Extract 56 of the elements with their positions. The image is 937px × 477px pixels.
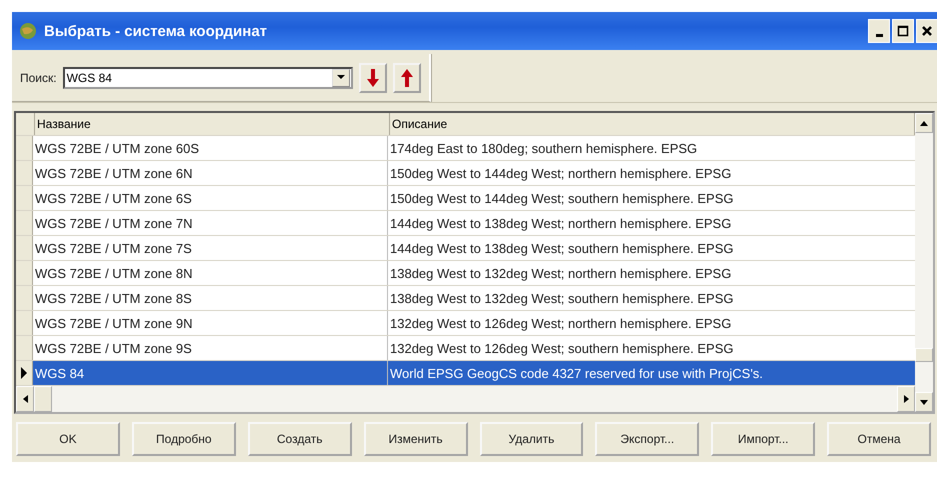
table-cell[interactable]: WGS 72BE / UTM zone 6N <box>33 161 388 185</box>
table-cell[interactable]: 150deg West to 144deg West; northern hemisphere. EPSG <box>388 161 915 185</box>
scroll-right-icon <box>904 395 908 403</box>
next-button[interactable] <box>358 62 387 92</box>
close-button[interactable] <box>916 19 937 43</box>
dialog-button[interactable]: OK <box>16 422 120 456</box>
arrow-up-icon <box>400 68 413 86</box>
dialog-button[interactable]: Отмена <box>827 422 931 456</box>
minimize-icon <box>876 34 882 36</box>
close-icon <box>922 25 932 37</box>
table-cell[interactable]: 174deg East to 180deg; southern hemisphere. EPSG <box>388 136 915 160</box>
table-cell[interactable]: 132deg West to 126deg West; southern hemisphere. EPSG <box>388 336 915 360</box>
table-cell[interactable]: World EPSG GeogCS code 4327 reserved for use with ProjCS's. <box>388 361 915 385</box>
minimize-button[interactable] <box>868 19 890 43</box>
maximize-button[interactable] <box>892 19 914 43</box>
table-cell[interactable]: 144deg West to 138deg West; northern hemisphere. EPSG <box>388 211 915 235</box>
dialog-button[interactable]: Изменить <box>364 422 468 456</box>
table-cell[interactable]: WGS 72BE / UTM zone 8N <box>33 261 388 285</box>
globe-icon <box>18 21 38 41</box>
table-cell[interactable]: WGS 72BE / UTM zone 60S <box>33 136 388 160</box>
table-cell[interactable]: WGS 72BE / UTM zone 9S <box>33 336 388 360</box>
dialog-button[interactable]: Удалить <box>480 422 584 456</box>
maximize-icon <box>897 25 909 37</box>
scroll-down-icon <box>920 400 928 404</box>
table-cell[interactable]: WGS 72BE / UTM zone 6S <box>33 186 388 210</box>
current-row-icon <box>21 367 27 379</box>
arrow-down-icon <box>366 68 379 86</box>
previous-button[interactable] <box>392 62 421 92</box>
table-cell[interactable]: WGS 84 <box>33 361 388 385</box>
dialog-button[interactable]: Создать <box>248 422 352 456</box>
table-cell[interactable]: 150deg West to 144deg West; southern hemisphere. EPSG <box>388 186 915 210</box>
horizontal-scrollbar[interactable] <box>16 386 915 412</box>
dialog-button[interactable]: Импорт... <box>711 422 816 456</box>
scroll-left-icon <box>22 395 28 403</box>
header-corner <box>16 113 35 135</box>
scroll-thumb[interactable] <box>915 348 933 362</box>
search-label: Поиск: <box>20 70 57 84</box>
dropdown-icon <box>336 75 345 80</box>
row-indicator[interactable] <box>16 361 33 385</box>
table-cell[interactable]: WGS 72BE / UTM zone 8S <box>33 286 388 310</box>
table-cell[interactable]: 138deg West to 132deg West; southern hemisphere. EPSG <box>388 286 915 310</box>
window-title: Выбрать - система координат <box>44 22 268 40</box>
column-header[interactable]: Описание <box>390 113 915 135</box>
dialog-button[interactable]: Подробно <box>132 422 236 456</box>
column-header[interactable]: Название <box>35 113 390 135</box>
search-field[interactable]: WGS 84 <box>62 66 353 88</box>
table-cell[interactable]: 144deg West to 138deg West; southern hemisphere. EPSG <box>388 236 915 260</box>
vertical-scrollbar[interactable] <box>915 113 933 412</box>
table-cell[interactable]: WGS 72BE / UTM zone 7S <box>33 236 388 260</box>
scroll-thumb[interactable] <box>34 386 52 412</box>
table-cell[interactable]: WGS 72BE / UTM zone 7N <box>33 211 388 235</box>
table-cell[interactable]: 132deg West to 126deg West; northern hemisphere. EPSG <box>388 311 915 335</box>
scroll-up-icon <box>920 120 928 126</box>
table-cell[interactable]: 138deg West to 132deg West; northern hemisphere. EPSG <box>388 261 915 285</box>
dialog-button[interactable]: Экспорт... <box>595 422 700 456</box>
table-cell[interactable]: WGS 72BE / UTM zone 9N <box>33 311 388 335</box>
